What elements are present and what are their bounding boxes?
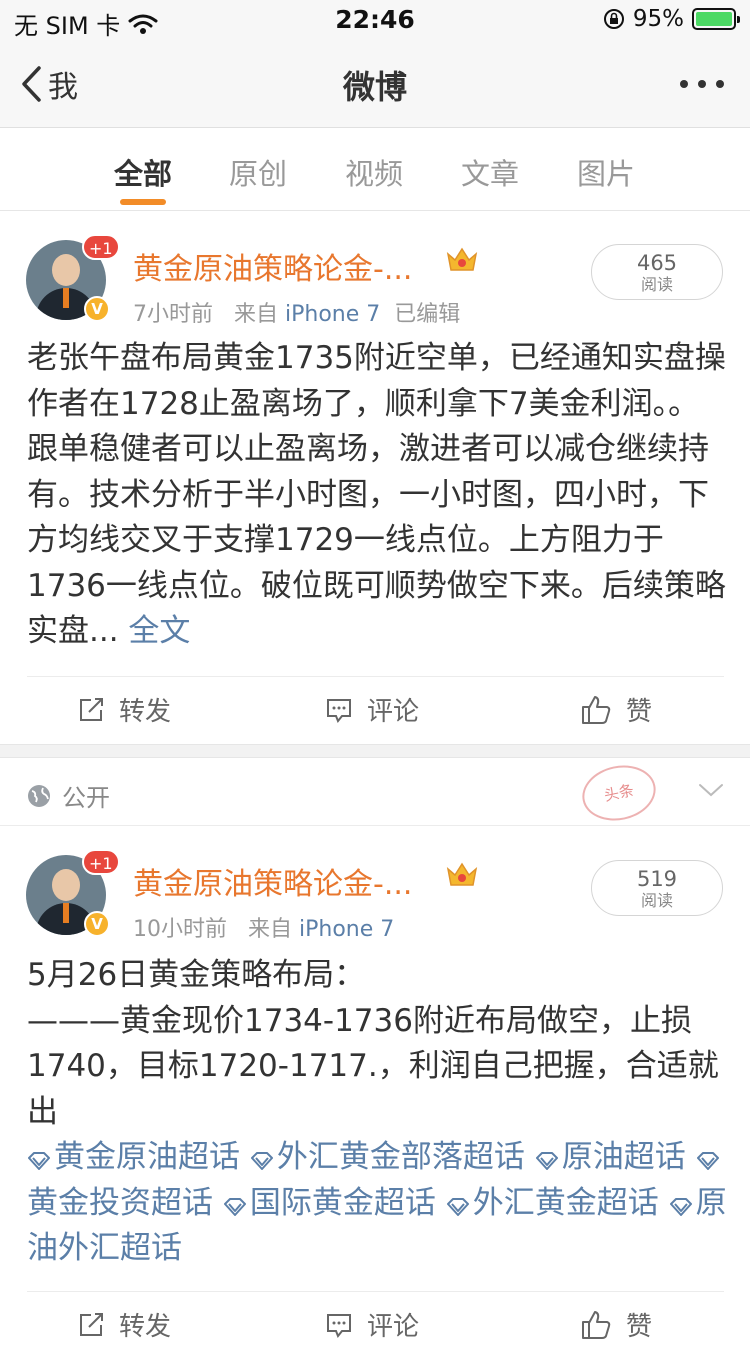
avatar[interactable]: +1 V [26, 849, 120, 937]
post-text: 老张午盘布局黄金1735附近空单，已经通知实盘操作者在1728止盈离场了，顺利拿… [27, 340, 726, 649]
verified-icon: V [84, 911, 110, 937]
filter-tabs: 全部 原创 视频 文章 图片 [0, 129, 750, 211]
like-label: 赞 [626, 697, 653, 727]
vip-crown-icon [446, 247, 478, 271]
thumbs-up-icon [582, 695, 611, 724]
plus-one-badge: +1 [82, 849, 120, 875]
orientation-lock-icon [603, 9, 624, 29]
like-button[interactable]: 赞 [580, 691, 652, 728]
tab-original[interactable]: 原创 [229, 151, 287, 193]
topic-link[interactable]: 原油超话 [535, 1139, 686, 1175]
repost-button[interactable]: 转发 [77, 691, 171, 728]
post-source[interactable]: iPhone 7 [285, 302, 380, 327]
tab-all[interactable]: 全部 [114, 151, 172, 193]
post-actions: 转发 评论 赞 [27, 1291, 724, 1357]
weibo-post: +1 V 黄金原油策略论金-... 10小时前 来自 iPhone 7 519 … [0, 827, 750, 1342]
comment-label: 评论 [367, 697, 420, 727]
read-count-badge: 465 阅读 [591, 244, 723, 300]
username[interactable]: 黄金原油策略论金-... [133, 244, 412, 288]
active-tab-indicator [120, 199, 166, 205]
section-divider [0, 744, 750, 758]
navigation-bar: 我 微博 [0, 40, 750, 128]
topic-link[interactable]: 外汇黄金部落超话 [250, 1139, 525, 1175]
topic-list: 黄金原油超话 外汇黄金部落超话 原油超话 黄金投资超话 国际黄金超话 外汇黄金超… [27, 1135, 727, 1272]
chevron-down-icon[interactable] [698, 782, 724, 798]
diamond-icon [446, 1197, 469, 1216]
topic-label: 外汇黄金部落超话 [276, 1139, 525, 1175]
repost-icon [80, 1312, 103, 1336]
repost-icon [80, 697, 103, 721]
read-count: 465 [636, 251, 678, 275]
topic-label: 原油超话 [561, 1139, 686, 1175]
visibility-indicator: 公开 [26, 778, 110, 813]
repost-label: 转发 [119, 1312, 172, 1342]
page-title: 微博 [342, 68, 407, 106]
battery-percent: 95% [632, 6, 684, 32]
topic-label: 黄金原油超话 [54, 1139, 240, 1175]
vip-crown-icon [446, 862, 478, 886]
diamond-icon [250, 1152, 273, 1170]
post-text-line: 5月26日黄金策略布局： [27, 957, 366, 993]
topic-link[interactable]: 外汇黄金超话 [446, 1185, 659, 1221]
read-label: 阅读 [640, 275, 673, 294]
tab-images[interactable]: 图片 [577, 151, 635, 193]
comment-icon [327, 1313, 351, 1338]
repost-label: 转发 [119, 697, 172, 727]
post-actions: 转发 评论 赞 [27, 676, 724, 742]
post-meta: 10小时前 来自 iPhone 7 [133, 911, 394, 943]
read-label: 阅读 [640, 891, 673, 910]
comment-button[interactable]: 评论 [325, 1306, 419, 1343]
topic-label: 黄金投资超话 [27, 1184, 213, 1221]
read-count: 519 [636, 867, 678, 891]
verified-icon: V [84, 296, 110, 322]
post-body[interactable]: 5月26日黄金策略布局： ———黄金现价1734-1736附近布局做空，止损17… [27, 953, 727, 1272]
diamond-icon [535, 1152, 558, 1170]
topic-label: 外汇黄金超话 [472, 1184, 659, 1221]
post-text-line: ———黄金现价1734-1736附近布局做空，止损1740，目标1720-171… [27, 1002, 719, 1130]
globe-icon [28, 784, 50, 807]
source-prefix: 来自 [247, 917, 292, 942]
post-body[interactable]: 老张午盘布局黄金1735附近空单，已经通知实盘操作者在1728止盈离场了，顺利拿… [27, 336, 727, 655]
topic-link[interactable]: 国际黄金超话 [223, 1185, 436, 1221]
edited-label: 已编辑 [394, 302, 461, 327]
status-bar: 无 SIM 卡 22:46 95% [0, 0, 750, 40]
avatar[interactable]: +1 V [26, 234, 120, 322]
topic-label: 国际黄金超话 [249, 1184, 436, 1221]
comment-icon [327, 698, 351, 723]
post-source[interactable]: iPhone 7 [299, 917, 394, 942]
weibo-post: +1 V 黄金原油策略论金-... 7小时前 来自 iPhone 7 已编辑 4… [0, 212, 750, 744]
post-meta: 7小时前 来自 iPhone 7 已编辑 [133, 296, 460, 328]
visibility-label: 公开 [62, 784, 110, 812]
diamond-icon [223, 1197, 246, 1216]
read-count-badge: 519 阅读 [591, 860, 723, 916]
topic-link[interactable]: 黄金原油超话 [27, 1139, 240, 1175]
plus-one-badge: +1 [82, 234, 120, 260]
status-right: 95% [603, 6, 740, 32]
source-prefix: 来自 [233, 302, 278, 327]
post-time: 10小时前 [133, 917, 227, 942]
comment-label: 评论 [367, 1312, 420, 1342]
battery-icon [692, 8, 740, 30]
like-label: 赞 [626, 1312, 653, 1342]
post-time: 7小时前 [133, 302, 213, 327]
diamond-icon [28, 1152, 50, 1170]
diamond-icon [669, 1197, 692, 1216]
username[interactable]: 黄金原油策略论金-... [133, 859, 412, 903]
tab-video[interactable]: 视频 [345, 151, 403, 193]
diamond-icon [696, 1152, 719, 1170]
repost-button[interactable]: 转发 [77, 1306, 171, 1343]
visibility-row: 公开 头条 [0, 758, 750, 828]
thumbs-up-icon [582, 1310, 611, 1339]
more-options-icon[interactable] [680, 80, 724, 88]
full-text-link[interactable]: 全文 [128, 613, 190, 649]
comment-button[interactable]: 评论 [325, 691, 419, 728]
headline-stamp: 头条 [577, 758, 661, 828]
like-button[interactable]: 赞 [580, 1306, 652, 1343]
tab-article[interactable]: 文章 [461, 151, 519, 193]
